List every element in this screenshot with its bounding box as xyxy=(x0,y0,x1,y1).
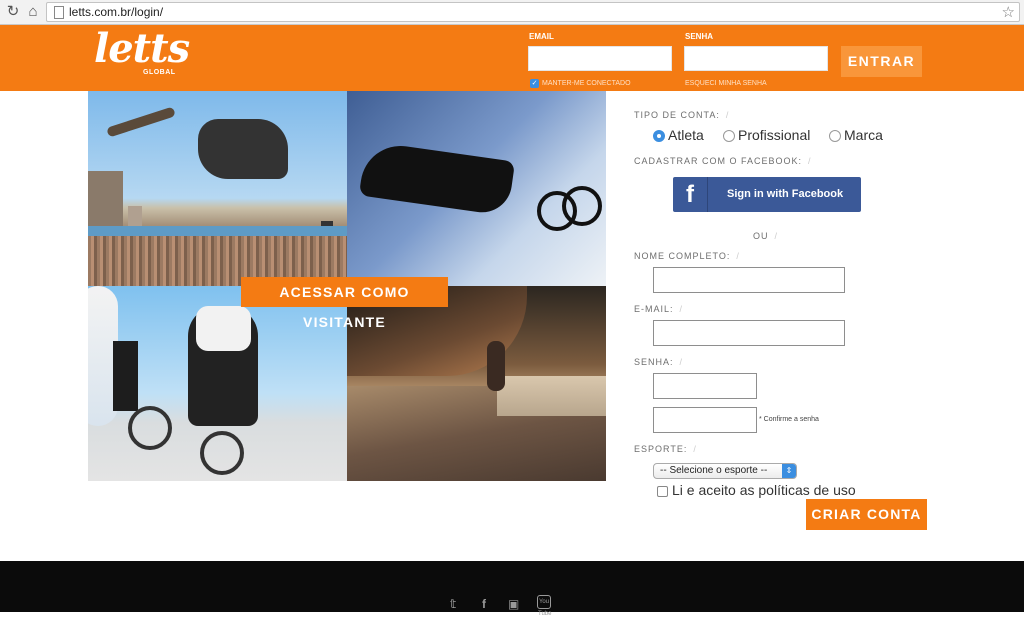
browser-toolbar: ↻ ⌂ letts.com.br/login/ ☆ xyxy=(0,0,1024,25)
address-bar[interactable]: letts.com.br/login/ ☆ xyxy=(46,2,1020,22)
sport-label: ESPORTE: / xyxy=(634,444,697,454)
home-icon[interactable]: ⌂ xyxy=(24,3,42,21)
skateboard-photo xyxy=(88,91,347,286)
email-label: E-MAIL: / xyxy=(634,304,684,314)
sports-collage: ACESSAR COMO VISITANTE xyxy=(88,91,606,481)
confirm-password-note: * Confirme a senha xyxy=(759,416,819,423)
login-email-label: EMAIL xyxy=(529,32,554,41)
radio-marca[interactable] xyxy=(829,130,841,142)
sport-select[interactable]: -- Selecione o esporte -- ⇕ xyxy=(653,463,797,479)
site-header: letts GLOBAL EMAIL ✓ MANTER-ME CONECTADO… xyxy=(0,25,1024,91)
site-footer: 𝕥 f ▣ You Tube xyxy=(0,561,1024,617)
create-account-button[interactable]: CRIAR CONTA xyxy=(806,499,927,530)
email-input[interactable] xyxy=(653,320,845,346)
password-label: SENHA: / xyxy=(634,357,684,367)
radio-atleta-label[interactable]: Atleta xyxy=(668,127,704,143)
facebook-signin-label: Sign in with Facebook xyxy=(727,188,844,200)
twitter-icon[interactable]: 𝕥 xyxy=(450,597,456,611)
letts-logo[interactable]: letts xyxy=(94,29,190,69)
reload-icon[interactable]: ↻ xyxy=(4,3,22,21)
page-icon xyxy=(54,6,64,19)
terms-label[interactable]: Li e aceito as políticas de uso xyxy=(672,482,856,498)
keep-logged-checkbox[interactable]: ✓ xyxy=(530,79,539,88)
terms-checkbox[interactable] xyxy=(657,486,668,497)
select-arrow-icon: ⇕ xyxy=(782,464,796,478)
keep-logged-label[interactable]: MANTER-ME CONECTADO xyxy=(542,80,631,87)
facebook-signup-label: CADASTRAR COM O FACEBOOK: / xyxy=(634,156,812,166)
bmx-jump-photo xyxy=(347,91,606,286)
facebook-icon[interactable]: f xyxy=(482,597,486,611)
login-password-input[interactable] xyxy=(684,46,828,71)
login-email-input[interactable] xyxy=(528,46,672,71)
logo-subtitle: GLOBAL xyxy=(143,69,176,76)
full-name-input[interactable] xyxy=(653,267,845,293)
login-password-label: SENHA xyxy=(685,32,714,41)
sport-select-value: -- Selecione o esporte -- xyxy=(660,465,768,476)
or-separator: OU / xyxy=(753,231,779,241)
bookmark-star-icon[interactable]: ☆ xyxy=(1002,3,1015,21)
password-input[interactable] xyxy=(653,373,757,399)
account-type-label: TIPO DE CONTA: / xyxy=(634,110,730,120)
visitor-access-button[interactable]: ACESSAR COMO VISITANTE xyxy=(241,277,448,330)
facebook-signin-button[interactable]: f Sign in with Facebook xyxy=(673,177,861,212)
facebook-icon: f xyxy=(673,177,708,212)
url-text: letts.com.br/login/ xyxy=(69,5,164,19)
confirm-password-input[interactable] xyxy=(653,407,757,433)
radio-atleta[interactable] xyxy=(653,130,665,142)
forgot-password-link[interactable]: ESQUECI MINHA SENHA xyxy=(685,80,767,87)
login-button[interactable]: ENTRAR xyxy=(841,46,922,77)
radio-profissional-label[interactable]: Profissional xyxy=(738,127,810,143)
radio-profissional[interactable] xyxy=(723,130,735,142)
instagram-icon[interactable]: ▣ xyxy=(508,597,519,611)
radio-marca-label[interactable]: Marca xyxy=(844,127,883,143)
full-name-label: NOME COMPLETO: / xyxy=(634,251,740,261)
youtube-icon[interactable]: You Tube xyxy=(537,595,551,617)
